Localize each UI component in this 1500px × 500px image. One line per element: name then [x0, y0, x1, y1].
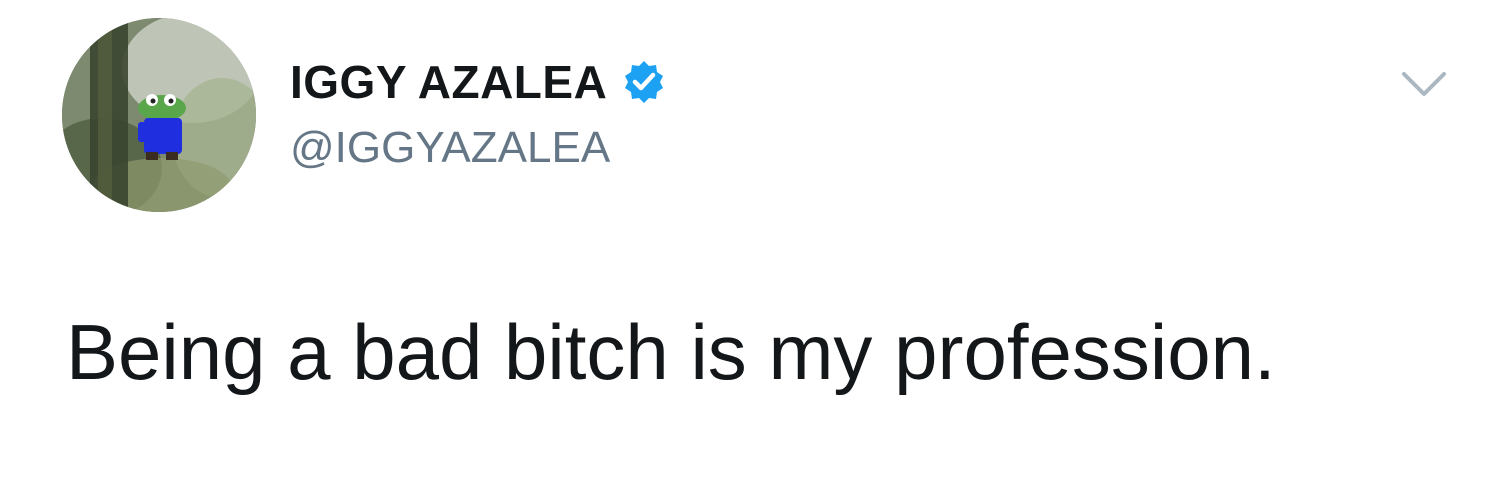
verified-badge-icon: [621, 59, 667, 105]
avatar-image: [62, 18, 256, 212]
profile-avatar[interactable]: [62, 18, 256, 212]
name-row: IGGY AZALEA: [290, 56, 667, 108]
display-name[interactable]: IGGY AZALEA: [290, 56, 607, 108]
tweet-text: Being a bad bitch is my profession.: [66, 308, 1276, 396]
tweet-card: IGGY AZALEA @IGGYAZALEA Being a bad bitc…: [0, 0, 1500, 500]
chevron-down-icon[interactable]: [1398, 66, 1450, 102]
user-handle[interactable]: @IGGYAZALEA: [290, 122, 610, 174]
